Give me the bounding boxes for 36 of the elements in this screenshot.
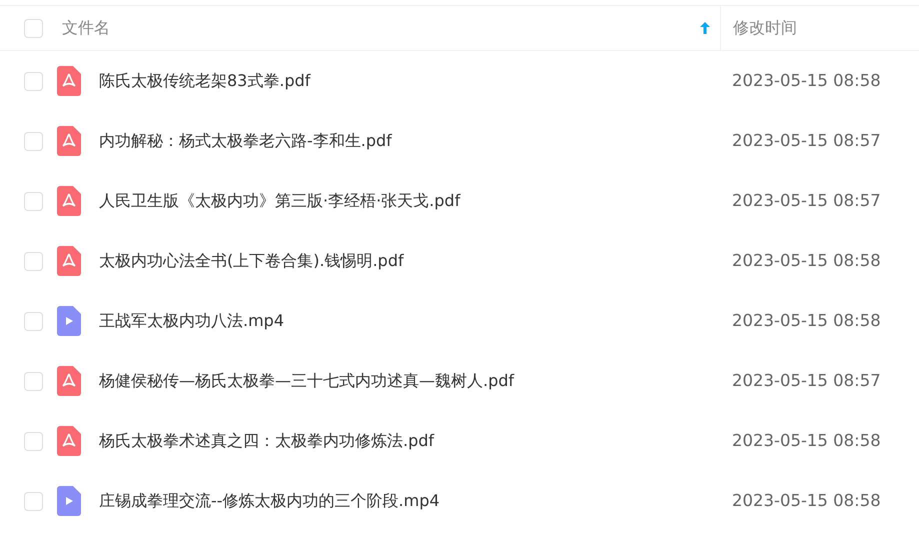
file-name[interactable]: 太极内功心法全书(上下卷合集).钱惕明.pdf — [99, 249, 404, 273]
file-name[interactable]: 杨健侯秘传—杨氏太极拳—三十七式内功述真—魏树人.pdf — [99, 369, 514, 393]
modified-time: 2023-05-15 08:58 — [732, 430, 881, 450]
file-name[interactable]: 王战军太极内功八法.mp4 — [99, 309, 284, 333]
file-name[interactable]: 陈氏太极传统老架83式拳.pdf — [99, 69, 310, 93]
pdf-file-icon — [57, 426, 81, 456]
row-checkbox[interactable] — [24, 252, 43, 270]
row-checkbox[interactable] — [24, 492, 43, 510]
pdf-file-icon — [57, 186, 81, 216]
modified-time: 2023-05-15 08:57 — [732, 190, 881, 210]
select-all-checkbox[interactable] — [24, 18, 43, 38]
pdf-file-icon — [57, 66, 81, 96]
column-header[interactable]: 文件名 — [62, 16, 110, 40]
row-checkbox[interactable] — [24, 312, 43, 330]
file-name[interactable]: 内功解秘：杨式太极拳老六路-李和生.pdf — [99, 129, 392, 153]
modified-time: 2023-05-15 08:58 — [732, 250, 881, 270]
row-checkbox[interactable] — [24, 132, 43, 150]
pdf-file-icon — [57, 126, 81, 156]
modified-time: 2023-05-15 08:57 — [732, 370, 881, 390]
modified-time: 2023-05-15 08:58 — [732, 490, 881, 510]
arrow-up-icon[interactable] — [699, 21, 711, 35]
file-name[interactable]: 庄锡成拳理交流--修炼太极内功的三个阶段.mp4 — [99, 489, 440, 513]
video-file-icon — [57, 486, 81, 516]
modified-time: 2023-05-15 08:58 — [732, 70, 881, 90]
modified-time: 2023-05-15 08:57 — [732, 130, 881, 150]
row-checkbox[interactable] — [24, 192, 43, 210]
row-checkbox[interactable] — [24, 432, 43, 450]
modified-time: 2023-05-15 08:58 — [732, 310, 881, 330]
video-file-icon — [57, 306, 81, 336]
pdf-file-icon — [57, 246, 81, 276]
column-header[interactable]: 修改时间 — [733, 16, 797, 40]
pdf-file-icon — [57, 366, 81, 396]
file-name[interactable]: 杨氏太极拳术述真之四：太极拳内功修炼法.pdf — [99, 429, 434, 453]
file-name[interactable]: 人民卫生版《太极内功》第三版·李经梧·张天戈.pdf — [99, 189, 460, 213]
row-checkbox[interactable] — [24, 372, 43, 390]
row-checkbox[interactable] — [24, 72, 43, 90]
